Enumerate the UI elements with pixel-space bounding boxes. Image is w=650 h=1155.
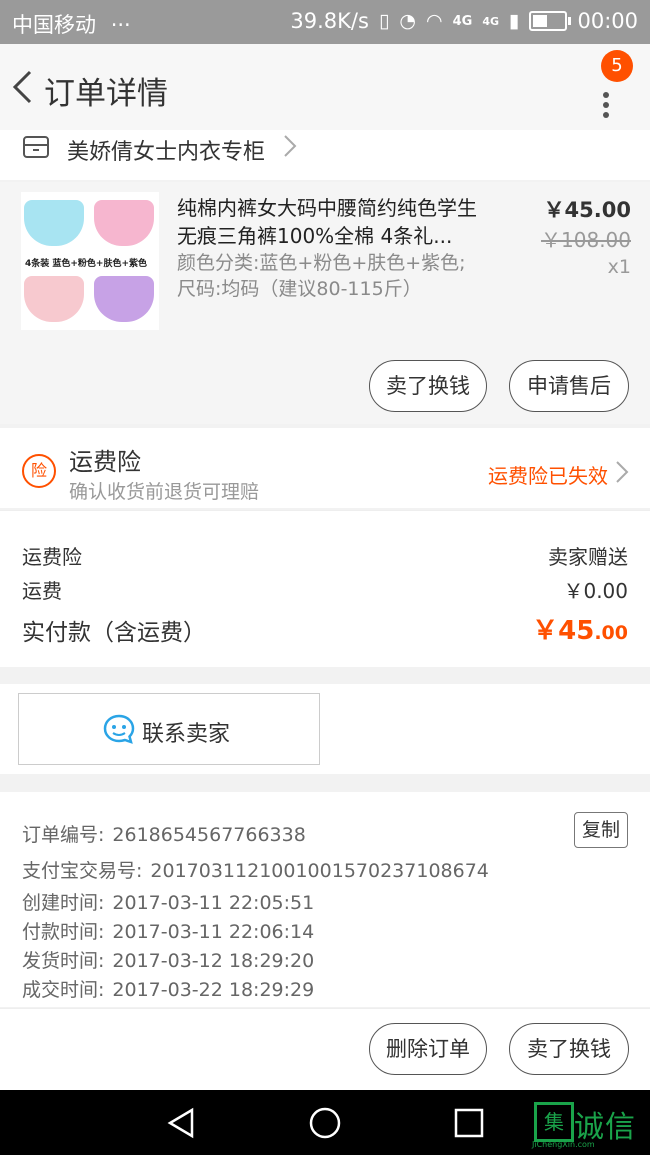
created-time: 2017-03-11 22:05:51	[112, 892, 315, 914]
fee-summary: 运费险 卖家赠送 运费 ￥0.00 实付款（含运费） ￥45.00	[0, 510, 650, 667]
product-original-price: ￥108.00	[541, 228, 631, 252]
alarm-icon: ◔	[399, 10, 416, 32]
sku-size: 尺码:均码（建议80-115斤）	[177, 278, 422, 300]
shipped-time-row: 发货时间: 2017-03-12 18:29:20	[22, 946, 314, 973]
thumbnail-caption: 4条装 蓝色+粉色+肤色+紫色	[25, 259, 148, 269]
contact-seller-label: 联系卖家	[142, 722, 231, 747]
product-sku: 颜色分类:蓝色+粉色+肤色+紫色; 尺码:均码（建议80-115斤）	[177, 250, 497, 302]
status-right: 39.8K/s ▯ ◔ ◠ 4G 4G ▮ 00:00	[290, 9, 638, 33]
info-label: 创建时间:	[22, 892, 105, 914]
order-number: 2618654567766338	[112, 824, 306, 846]
notification-badge: 5	[601, 50, 633, 82]
product-quantity: x1	[607, 256, 631, 278]
created-time-row: 创建时间: 2017-03-11 22:05:51	[22, 888, 314, 915]
clock: 00:00	[577, 9, 638, 33]
insurance-title: 运费险	[69, 448, 141, 476]
sku-color: 颜色分类:蓝色+粉色+肤色+紫色;	[177, 252, 466, 274]
watermark-url: JiChengXin.com	[532, 1140, 595, 1149]
back-icon[interactable]	[10, 69, 34, 105]
copy-button[interactable]: 复制	[574, 812, 628, 848]
fee-row-insurance: 运费险 卖家赠送	[22, 541, 628, 570]
watermark: 集 诚信 JiChengXin.com	[532, 1098, 648, 1149]
paid-time-row: 付款时间: 2017-03-11 22:06:14	[22, 917, 314, 944]
nav-back-icon[interactable]	[164, 1106, 198, 1140]
status-bar: 中国移动 ··· 39.8K/s ▯ ◔ ◠ 4G 4G ▮ 00:00	[0, 0, 650, 44]
insurance-subtitle: 确认收货前退货可理赔	[69, 481, 260, 503]
order-info: 订单编号: 2618654567766338 复制 支付宝交易号: 20170311…	[0, 792, 650, 1007]
product-card[interactable]: 4条装 蓝色+粉色+肤色+紫色 纯棉内裤女大码中腰简约纯色学生无痕三角裤100%…	[0, 182, 650, 424]
app-header: 订单详情	[0, 44, 650, 130]
info-label: 支付宝交易号:	[22, 860, 143, 882]
fee-row-shipping: 运费 ￥0.00	[22, 575, 628, 604]
total-label: 实付款（含运费）	[22, 620, 206, 646]
total-amount-main: ￥45	[532, 616, 595, 646]
after-sales-button[interactable]: 申请售后	[509, 360, 629, 412]
completed-time: 2017-03-22 18:29:29	[112, 979, 315, 1001]
fee-value: ￥0.00	[563, 579, 628, 603]
contact-section: 联系卖家	[0, 684, 650, 774]
paid-time: 2017-03-11 22:06:14	[112, 921, 315, 943]
chevron-right-icon	[284, 135, 297, 157]
info-label: 订单编号:	[22, 824, 105, 846]
info-label: 成交时间:	[22, 979, 105, 1001]
more-icon[interactable]	[596, 78, 620, 118]
chat-icon	[103, 714, 135, 744]
fee-value: 卖家赠送	[548, 545, 628, 569]
shipped-time: 2017-03-12 18:29:20	[112, 950, 315, 972]
chevron-right-icon	[616, 461, 629, 483]
nav-home-icon[interactable]	[308, 1106, 342, 1140]
insurance-status[interactable]: 运费险已失效	[488, 460, 608, 489]
nav-recents-icon[interactable]	[452, 1106, 486, 1140]
vibrate-icon: ▯	[378, 10, 390, 32]
info-label: 付款时间:	[22, 921, 105, 943]
watermark-logo: 集	[534, 1102, 574, 1142]
order-number-row: 订单编号: 2618654567766338	[22, 820, 306, 847]
network-type: 4G	[452, 13, 473, 29]
wifi-icon: ◠	[426, 10, 443, 32]
battery-icon	[529, 11, 572, 31]
fee-label: 运费	[22, 579, 62, 603]
signal-icon: ▮	[509, 10, 520, 32]
product-price: ￥45.00	[543, 198, 631, 222]
product-thumbnail[interactable]: 4条装 蓝色+粉色+肤色+紫色	[21, 192, 159, 330]
store-icon	[23, 136, 49, 158]
completed-time-row: 成交时间: 2017-03-22 18:29:29	[22, 975, 314, 1002]
network-type-2: 4G	[482, 14, 499, 28]
shipping-insurance-row[interactable]: 险 运费险 确认收货前退货可理赔 运费险已失效	[0, 428, 650, 508]
fee-label: 运费险	[22, 545, 82, 569]
alipay-trade-number: 2017031121001001570237108674	[150, 860, 489, 882]
delete-order-button[interactable]: 删除订单	[369, 1023, 487, 1075]
bottom-actions: 删除订单 卖了换钱	[0, 1008, 650, 1091]
product-name[interactable]: 纯棉内裤女大码中腰简约纯色学生无痕三角裤100%全棉 4条礼...	[177, 194, 487, 250]
store-name[interactable]: 美娇倩女士内衣专柜	[67, 134, 265, 166]
system-nav-bar: 集 诚信 JiChengXin.com	[0, 1090, 650, 1155]
sell-for-cash-button-bottom[interactable]: 卖了换钱	[509, 1023, 629, 1075]
fee-row-total: 实付款（含运费） ￥45.00	[22, 613, 628, 647]
info-label: 发货时间:	[22, 950, 105, 972]
store-row[interactable]: 美娇倩女士内衣专柜	[0, 130, 650, 180]
network-speed: 39.8K/s	[290, 9, 369, 33]
insurance-icon: 险	[22, 454, 56, 488]
sell-for-cash-button[interactable]: 卖了换钱	[369, 360, 487, 412]
contact-seller-button[interactable]: 联系卖家	[18, 693, 320, 765]
total-amount: ￥45.00	[532, 610, 628, 647]
total-amount-decimal: .00	[594, 622, 628, 644]
status-dots: ···	[110, 13, 131, 37]
alipay-trade-row: 支付宝交易号: 2017031121001001570237108674	[22, 856, 489, 883]
status-left: 中国移动 ···	[12, 9, 131, 39]
page-title: 订单详情	[44, 76, 168, 112]
carrier-label: 中国移动	[12, 13, 96, 37]
